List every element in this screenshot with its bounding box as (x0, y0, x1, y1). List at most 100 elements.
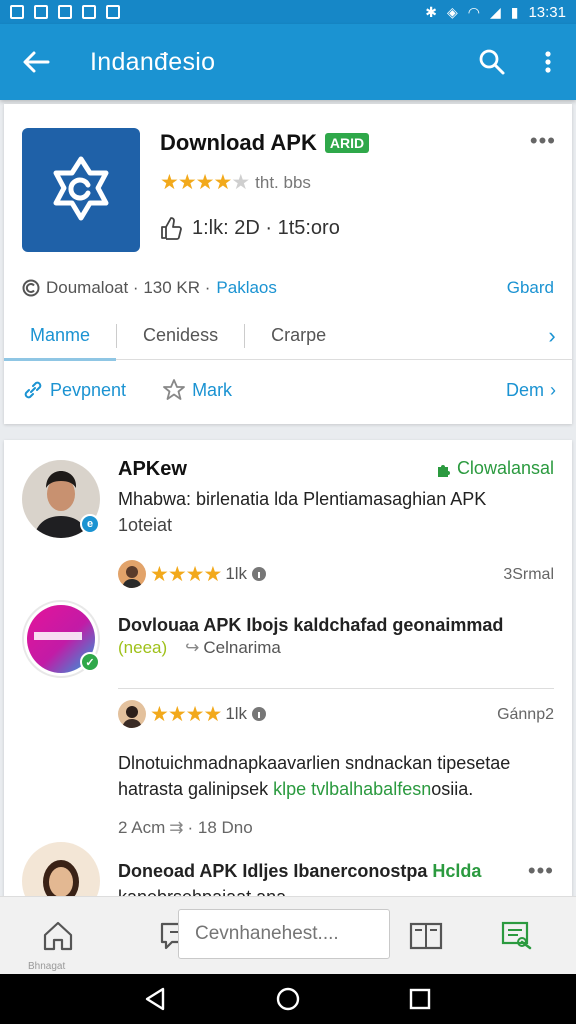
post-body-end: osiia. (431, 779, 474, 799)
nav-recents-icon[interactable] (407, 986, 433, 1012)
post-time: Gánnp2 (497, 706, 554, 723)
app-name: Download APK (160, 130, 317, 155)
post-title-start: Doneoad APK Idljes Ibanerconostpa (118, 861, 428, 881)
app-icon[interactable] (22, 128, 140, 252)
more-options-button[interactable] (520, 34, 576, 90)
search-icon (479, 49, 505, 75)
post-body-line1: Dlnotuichmadnapkaavarlien sndnackan tipe… (118, 753, 511, 773)
post-tag: (neea) (118, 638, 168, 657)
post-title[interactable]: Dovlouaa APK Ibojs kaldchafad geonaimmad (118, 612, 558, 638)
avatar[interactable] (22, 842, 100, 900)
post-meta-row: ★★★★ 1lk (118, 700, 267, 728)
bottom-bar: Bhnagat (0, 896, 576, 974)
post-body-link[interactable]: klpe tvlbalhabalfesn (273, 779, 431, 799)
home-label: Bhnagat (28, 961, 66, 972)
verified-badge: e (80, 514, 100, 534)
tab-cenidess[interactable]: Cenidess (117, 312, 244, 360)
star-outline-icon (163, 379, 185, 400)
size-text: 1:lk: 2D · 1t5:oro (192, 216, 340, 239)
tab-manme[interactable]: Manme (4, 312, 117, 361)
puzzle-icon (437, 464, 450, 477)
vibrate-icon: ◈ (446, 3, 458, 20)
rating-stars: ★★★★★ (160, 171, 250, 194)
mini-avatar (118, 560, 146, 588)
rating-text: tht. bbs (255, 172, 311, 192)
download-tag-label: Clowalansal (456, 458, 554, 478)
chevron-right-icon: › (550, 379, 556, 400)
share-action[interactable]: Pevpnent (4, 379, 144, 401)
battery-icon: ▮ (510, 3, 519, 20)
post-body-line2: hatrasta galinipsek klpe tvlbalhabalfesn… (118, 776, 558, 802)
app-bar: Indanđesio (0, 24, 576, 100)
notification-icon (10, 5, 24, 19)
more-action[interactable]: Dem › (506, 380, 572, 401)
notification-icon (106, 5, 120, 19)
card-more-button[interactable]: ••• (530, 128, 556, 154)
more-vert-icon (545, 51, 551, 73)
info-row: Doumaloat · 130 KR · Paklaos (22, 278, 277, 298)
app-info-card: Download APK ARID ••• ★★★★★ tht. bbs 1:l… (4, 104, 572, 424)
app-badge: ARID (324, 133, 370, 153)
tab-crarpe[interactable]: Crarpe (245, 312, 352, 360)
post-count: 1lk (225, 564, 248, 583)
divider (118, 688, 554, 689)
system-nav-bar (0, 974, 576, 1024)
repost-icon: ⇉ (169, 818, 184, 837)
notification-icon (82, 5, 96, 19)
info-icon (252, 707, 267, 721)
signal-icon: ◢ (489, 3, 501, 20)
post-text: Mhabwa: birlenatia lda Plentiamasaghian … (118, 489, 487, 509)
post-footer: 2 Acm ⇉ · 18 Dno (118, 818, 253, 838)
mark-action[interactable]: Mark (144, 378, 250, 402)
back-button[interactable] (0, 24, 72, 100)
info-right-link[interactable]: Gbard (507, 278, 554, 298)
status-bar: ✱ ◈ ◠ ◢ ▮ 13:31 (0, 0, 576, 24)
status-notifications (10, 5, 120, 19)
edit-icon (501, 921, 532, 949)
post-more-button[interactable]: ••• (528, 858, 554, 884)
status-time: 13:31 (528, 3, 566, 21)
back-arrow-icon (23, 51, 50, 73)
post-meta: Celnarima (203, 638, 281, 657)
app-title: Download APK ARID (160, 130, 370, 156)
wifi-icon: ◠ (467, 3, 480, 20)
info-text: Doumaloat · 130 KR · (46, 278, 211, 297)
post-title-highlight: Hclda (432, 861, 482, 881)
page-title: Indanđesio (90, 47, 216, 76)
user-avatar-icon (22, 842, 100, 900)
verified-badge: ✓ (80, 652, 100, 672)
mark-label: Mark (192, 379, 233, 400)
nav-back-icon[interactable] (143, 986, 169, 1012)
home-icon (43, 921, 73, 950)
book-icon (409, 922, 443, 949)
rating-row: ★★★★★ tht. bbs (160, 170, 311, 195)
chevron-right-icon[interactable]: › (532, 323, 572, 349)
thumbs-up-icon (161, 217, 182, 240)
comment-input[interactable] (178, 909, 390, 959)
search-button[interactable] (464, 34, 520, 90)
app-logo-icon (53, 156, 109, 221)
author-name[interactable]: APKew (118, 458, 187, 481)
post-tag-row: (neea) ↪ Celnarima (118, 638, 281, 658)
post-meta-row: ★★★★ 1lk (118, 560, 267, 588)
copyright-icon (22, 279, 40, 297)
home-button[interactable] (28, 906, 88, 966)
notification-icon (34, 5, 48, 19)
mini-avatar (118, 700, 146, 728)
feed-card: e APKew Clowalansal Mhabwa: birlenatia l… (4, 440, 572, 900)
post-stars: ★★★★ (150, 562, 222, 586)
reader-button[interactable] (396, 906, 456, 966)
link-icon (24, 381, 42, 399)
post-body-start: hatrasta galinipsek (118, 779, 269, 799)
download-tag[interactable]: Clowalansal (435, 458, 554, 479)
post-footer-b: · 18 Dno (187, 818, 253, 837)
post-count: 1lk (225, 704, 248, 723)
bluetooth-icon: ✱ (425, 3, 437, 20)
nav-home-icon[interactable] (275, 986, 301, 1012)
post-footer-a: 2 Acm (118, 818, 166, 837)
info-icon (252, 567, 267, 581)
compose-button[interactable] (488, 906, 548, 966)
post-title[interactable]: Doneoad APK Idljes Ibanerconostpa Hclda (118, 858, 558, 884)
post-stars: ★★★★ (150, 702, 222, 726)
info-link[interactable]: Paklaos (216, 278, 276, 298)
